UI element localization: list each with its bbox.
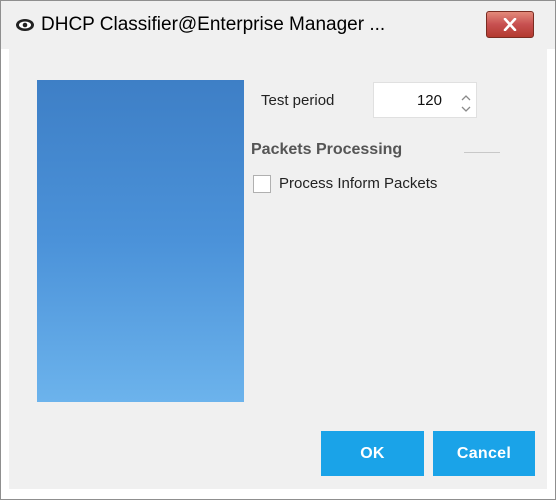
test-period-value[interactable]: 120 [417,92,442,109]
eye-icon [15,15,35,35]
cancel-button[interactable]: Cancel [433,431,535,476]
dialog-content: Test period 120 Packets Processing Proce… [9,49,547,489]
side-banner-image [37,80,244,402]
test-period-label: Test period [261,92,335,109]
dialog-window: DHCP Classifier@Enterprise Manager ... T… [0,0,556,500]
section-divider [464,152,500,153]
chevron-down-icon[interactable] [460,101,472,112]
ok-button[interactable]: OK [321,431,424,476]
process-inform-label[interactable]: Process Inform Packets [279,175,437,192]
process-inform-checkbox[interactable] [253,175,271,193]
window-title: DHCP Classifier@Enterprise Manager ... [41,14,386,35]
section-title: Packets Processing [251,141,403,158]
close-icon [503,18,517,31]
title-bar[interactable]: DHCP Classifier@Enterprise Manager ... [1,1,555,49]
close-button[interactable] [486,11,534,38]
chevron-up-icon[interactable] [460,90,472,101]
test-period-spinner[interactable]: 120 [373,82,477,118]
